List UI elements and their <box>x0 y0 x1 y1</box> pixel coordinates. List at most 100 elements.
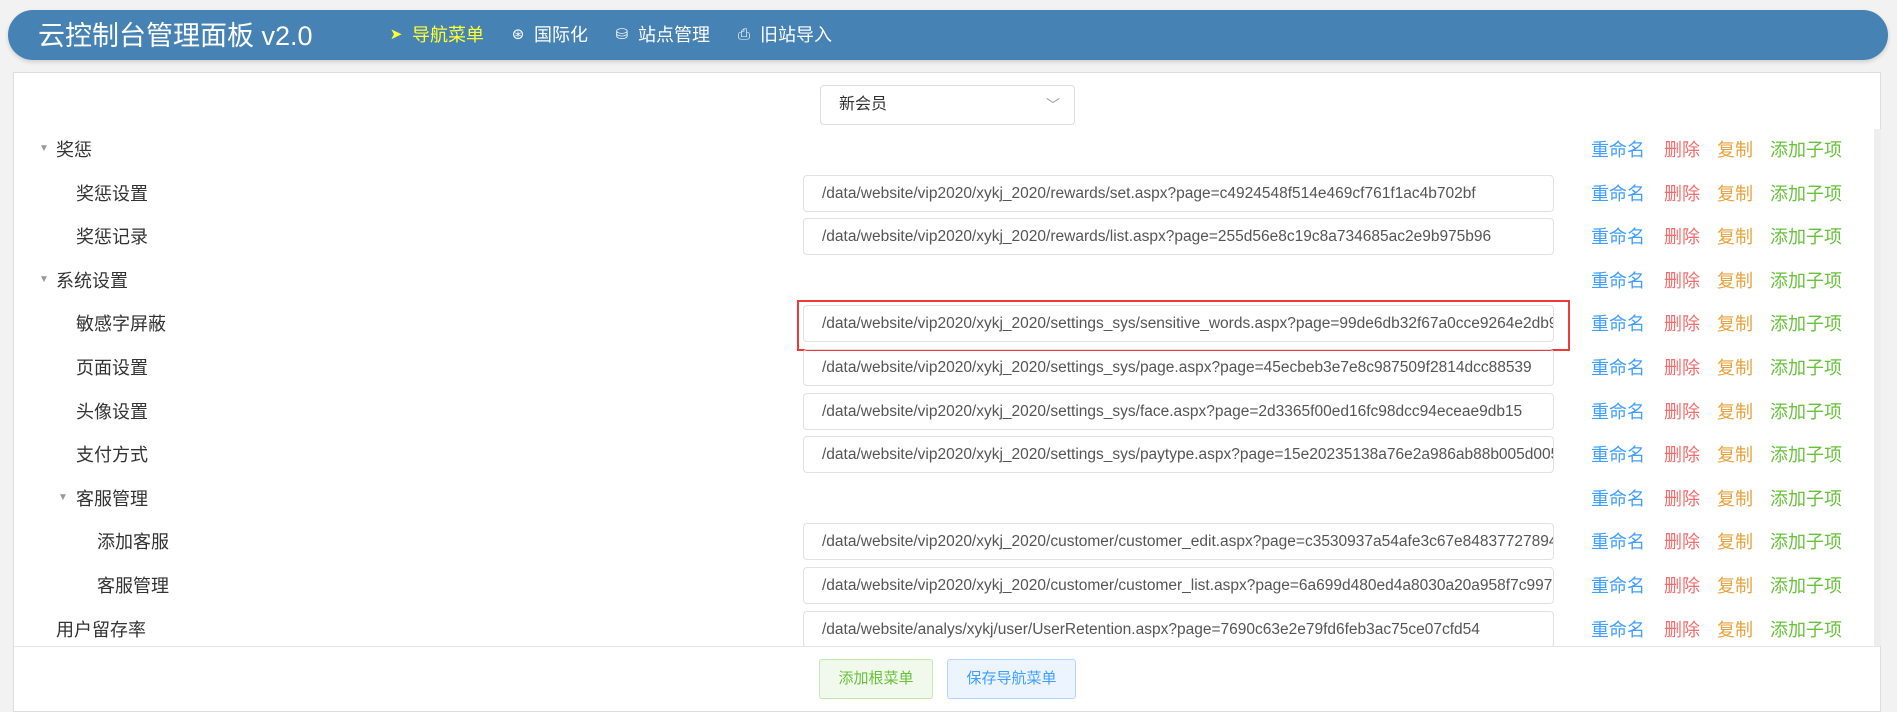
delete-link[interactable]: 删除 <box>1664 226 1700 248</box>
menu-label: 客服管理 <box>76 488 148 509</box>
menu-row: 添加客服/data/website/vip2020/xykj_2020/cust… <box>14 519 1864 563</box>
scrollbar[interactable] <box>1874 129 1881 646</box>
nav-i18n[interactable]: ⊛ 国际化 <box>510 24 588 46</box>
nav-label: 国际化 <box>534 25 588 45</box>
copy-link[interactable]: 复制 <box>1717 575 1753 597</box>
rename-link[interactable]: 重命名 <box>1591 313 1645 335</box>
copy-link[interactable]: 复制 <box>1717 488 1753 510</box>
copy-link[interactable]: 复制 <box>1717 619 1753 641</box>
menu-select[interactable]: 新会员 ﹀ <box>820 85 1075 125</box>
delete-link[interactable]: 删除 <box>1664 619 1700 641</box>
add-child-link[interactable]: 添加子项 <box>1770 575 1842 597</box>
add-child-link[interactable]: 添加子项 <box>1770 444 1842 466</box>
url-input[interactable]: /data/website/vip2020/xykj_2020/settings… <box>803 349 1554 386</box>
nav-label: 站点管理 <box>638 25 710 45</box>
top-header: 云控制台管理面板 v2.0 ➤ 导航菜单 ⊛ 国际化 ⛁ 站点管理 ⎙ 旧站导入 <box>8 10 1888 60</box>
nav-import[interactable]: ⎙ 旧站导入 <box>736 24 832 46</box>
url-input[interactable]: /data/website/vip2020/xykj_2020/rewards/… <box>803 174 1554 212</box>
menu-row: ▼ 系统设置 重命名 删除 复制 添加子项 <box>14 258 1864 302</box>
url-input[interactable]: /data/website/vip2020/xykj_2020/settings… <box>803 436 1554 474</box>
rename-link[interactable]: 重命名 <box>1591 226 1645 248</box>
save-nav-menu-button[interactable]: 保存导航菜单 <box>947 659 1076 699</box>
url-input[interactable]: /data/website/analys/xykj/user/UserReten… <box>803 610 1554 646</box>
rename-link[interactable]: 重命名 <box>1591 139 1645 161</box>
url-input[interactable]: /data/website/vip2020/xykj_2020/customer… <box>803 567 1554 604</box>
menu-row: 敏感字屏蔽/data/website/vip2020/xykj_2020/set… <box>14 300 1864 352</box>
add-child-link[interactable]: 添加子项 <box>1770 183 1842 205</box>
url-input[interactable]: /data/website/vip2020/xykj_2020/settings… <box>803 392 1554 430</box>
delete-link[interactable]: 删除 <box>1664 313 1700 335</box>
add-child-link[interactable]: 添加子项 <box>1770 357 1842 379</box>
rename-link[interactable]: 重命名 <box>1591 183 1645 205</box>
copy-link[interactable]: 复制 <box>1717 357 1753 379</box>
copy-link[interactable]: 复制 <box>1717 313 1753 335</box>
caret-down-icon[interactable]: ▼ <box>39 274 49 285</box>
copy-link[interactable]: 复制 <box>1717 531 1753 553</box>
menu-row: 支付方式/data/website/vip2020/xykj_2020/sett… <box>14 432 1864 476</box>
rename-link[interactable]: 重命名 <box>1591 488 1645 510</box>
copy-link[interactable]: 复制 <box>1717 226 1753 248</box>
url-input[interactable]: /data/website/vip2020/xykj_2020/settings… <box>803 305 1554 343</box>
nav-sites[interactable]: ⛁ 站点管理 <box>614 24 710 46</box>
database-icon: ⛁ <box>615 26 629 43</box>
globe-icon: ⊛ <box>511 26 525 43</box>
nav-label: 导航菜单 <box>412 25 484 45</box>
delete-link[interactable]: 删除 <box>1664 575 1700 597</box>
copy-link[interactable]: 复制 <box>1717 139 1753 161</box>
menu-label: 敏感字屏蔽 <box>76 314 166 335</box>
menu-label: 用户留存率 <box>56 619 146 640</box>
delete-link[interactable]: 删除 <box>1664 531 1700 553</box>
rename-link[interactable]: 重命名 <box>1591 444 1645 466</box>
delete-link[interactable]: 删除 <box>1664 139 1700 161</box>
copy-link[interactable]: 复制 <box>1717 270 1753 292</box>
delete-link[interactable]: 删除 <box>1664 488 1700 510</box>
add-child-link[interactable]: 添加子项 <box>1770 401 1842 423</box>
print-icon: ⎙ <box>737 26 750 43</box>
rename-link[interactable]: 重命名 <box>1591 531 1645 553</box>
nav-menu[interactable]: ➤ 导航菜单 <box>388 24 484 46</box>
delete-link[interactable]: 删除 <box>1664 270 1700 292</box>
delete-link[interactable]: 删除 <box>1664 444 1700 466</box>
app-title: 云控制台管理面板 v2.0 <box>38 21 313 51</box>
caret-down-icon[interactable]: ▼ <box>58 492 68 503</box>
add-child-link[interactable]: 添加子项 <box>1770 139 1842 161</box>
menu-row: 奖惩记录/data/website/vip2020/xykj_2020/rewa… <box>14 214 1864 258</box>
delete-link[interactable]: 删除 <box>1664 401 1700 423</box>
rename-link[interactable]: 重命名 <box>1591 575 1645 597</box>
menu-row: ▼ 客服管理 重命名 删除 复制 添加子项 <box>14 476 1864 520</box>
copy-link[interactable]: 复制 <box>1717 444 1753 466</box>
menu-tree: ▼ 奖惩 重命名 删除 复制 添加子项 奖惩设置/data/website/vip2020/… <box>14 129 1866 646</box>
add-child-link[interactable]: 添加子项 <box>1770 488 1842 510</box>
add-child-link[interactable]: 添加子项 <box>1770 531 1842 553</box>
copy-link[interactable]: 复制 <box>1717 183 1753 205</box>
menu-label: 页面设置 <box>76 358 148 378</box>
add-child-link[interactable]: 添加子项 <box>1770 270 1842 292</box>
send-icon: ➤ <box>389 26 403 43</box>
menu-row: 用户留存率/data/website/analys/xykj/user/User… <box>14 607 1864 646</box>
menu-label: 客服管理 <box>97 576 169 596</box>
url-input[interactable]: /data/website/vip2020/xykj_2020/rewards/… <box>803 218 1554 256</box>
add-root-menu-button[interactable]: 添加根菜单 <box>819 659 933 699</box>
delete-link[interactable]: 删除 <box>1664 357 1700 379</box>
caret-down-icon[interactable]: ▼ <box>39 143 49 154</box>
menu-label: 支付方式 <box>76 445 148 466</box>
menu-label: 系统设置 <box>56 270 128 291</box>
copy-link[interactable]: 复制 <box>1717 401 1753 423</box>
menu-row: ▼ 奖惩 重命名 删除 复制 添加子项 <box>14 129 1864 171</box>
add-child-link[interactable]: 添加子项 <box>1770 313 1842 335</box>
top-nav: ➤ 导航菜单 ⊛ 国际化 ⛁ 站点管理 ⎙ 旧站导入 <box>388 24 832 46</box>
menu-label: 奖惩 <box>56 140 92 160</box>
menu-label: 奖惩记录 <box>76 227 148 248</box>
add-child-link[interactable]: 添加子项 <box>1770 619 1842 641</box>
rename-link[interactable]: 重命名 <box>1591 619 1645 641</box>
rename-link[interactable]: 重命名 <box>1591 401 1645 423</box>
url-input[interactable]: /data/website/vip2020/xykj_2020/customer… <box>803 523 1554 561</box>
delete-link[interactable]: 删除 <box>1664 183 1700 205</box>
rename-link[interactable]: 重命名 <box>1591 357 1645 379</box>
menu-label: 添加客服 <box>97 532 169 553</box>
add-child-link[interactable]: 添加子项 <box>1770 226 1842 248</box>
rename-link[interactable]: 重命名 <box>1591 270 1645 292</box>
menu-label: 奖惩设置 <box>76 183 148 204</box>
nav-label: 旧站导入 <box>760 25 832 45</box>
footer: 添加根菜单 保存导航菜单 <box>14 646 1880 712</box>
